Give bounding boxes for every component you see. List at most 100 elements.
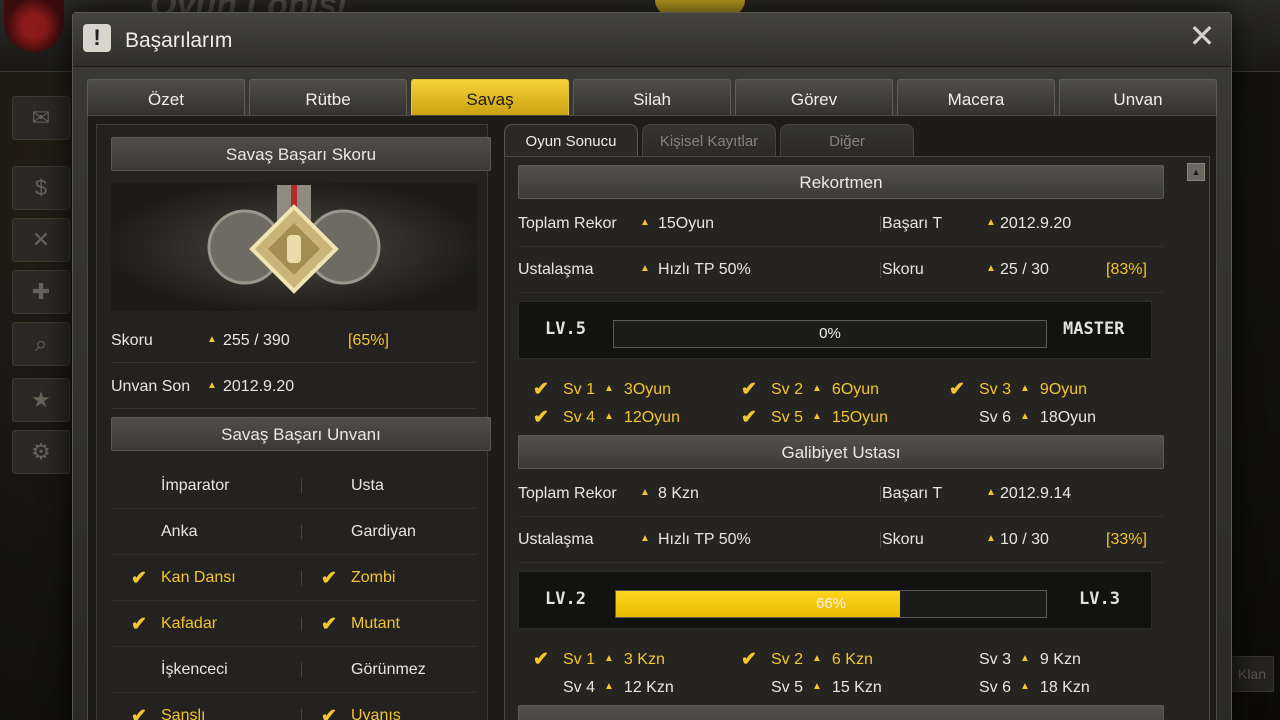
section-header: Galibiyet Ustası [518,435,1164,469]
achievement-step: ✔ Sv 5 ▲ 15Oyun [741,407,888,428]
title-row: İmparator Usta [111,463,477,509]
step-value: 12 Kzn [623,679,674,696]
arrow-up-icon: ▲ [640,487,650,498]
step-level: Sv 4 [563,409,596,426]
titles-header: Savaş Başarı Unvanı [111,417,491,451]
clan-add-icon[interactable]: ✚ [12,270,70,314]
score-row: Skoru ▲ 255 / 390 [65%] [111,319,477,363]
tab-content: Savaş Başarı Skoru Skoru ▲ 255 / 390 [65… [87,115,1217,720]
arrow-up-icon: ▲ [986,217,996,228]
arrow-up-icon: ▲ [604,681,614,692]
divider [880,532,881,548]
subtab-kisisel-kayitlar[interactable]: Kişisel Kayıtlar [642,124,776,156]
record-row: Toplam Rekor ▲ 15Oyun Başarı T ▲ 2012.9.20 [518,201,1164,247]
tab-silah[interactable]: Silah [573,79,731,115]
check-icon: ✔ [741,407,757,428]
tab-savas[interactable]: Savaş [411,79,569,115]
achievement-list[interactable]: ▲ Rekortmen Toplam Rekor ▲ 15Oyun Başarı T ▲ 2… [504,156,1210,720]
title-right[interactable]: Uyanış [351,707,401,720]
level-current: LV.5 [545,319,586,339]
total-label: Toplam Rekor [518,215,617,232]
achievement-step: Sv 6 ▲ 18 Kzn [979,679,1090,697]
title-right[interactable]: Görünmez [351,661,426,679]
check-icon: ✔ [741,649,757,670]
tab-unvan[interactable]: Unvan [1059,79,1217,115]
mastery-label: Ustalaşma [518,261,594,278]
arrow-up-icon: ▲ [640,263,650,274]
coin-icon[interactable]: $ [12,166,70,210]
step-level: Sv 5 [771,679,804,696]
achievement-step: ✔ Sv 3 ▲ 9Oyun [949,379,1087,400]
divider [301,525,302,539]
divider [301,617,302,631]
level-next: MASTER [1063,319,1125,339]
step-value: 15Oyun [831,409,888,426]
title-right[interactable]: Usta [351,477,384,495]
title-left[interactable]: Şanslı [161,707,205,720]
arrow-up-icon: ▲ [1020,653,1030,664]
step-level: Sv 2 [771,381,804,398]
clan-tab[interactable]: Klan [1230,656,1274,692]
progress-text: 66% [815,595,847,612]
arrow-up-icon: ▲ [1020,411,1030,422]
subtab-oyun-sonucu[interactable]: Oyun Sonucu [504,124,638,156]
divider [301,709,302,720]
step-level: Sv 3 [979,651,1012,668]
check-icon: ✔ [533,649,549,670]
tab-ozet[interactable]: Özet [87,79,245,115]
divider [301,663,302,677]
title-last-row: Unvan Son ▲ 2012.9.20 [111,365,477,409]
progress-text: 0% [819,325,841,342]
arrow-up-icon: ▲ [986,533,996,544]
title-row: Kan Dansı ✔ Zombi ✔ [111,555,477,601]
basari-date: 2012.9.20 [1000,215,1072,232]
score-panel: Savaş Başarı Skoru Skoru ▲ 255 / 390 [65… [96,124,491,720]
star-icon[interactable]: ★ [12,378,70,422]
total-value: 15Oyun [658,215,715,232]
tab-macera[interactable]: Macera [897,79,1055,115]
score-header: Savaş Başarı Skoru [111,137,491,171]
arrow-up-icon: ▲ [207,380,217,391]
step-value: 18Oyun [1039,409,1096,426]
level-next: LV.3 [1079,589,1120,609]
skor-label: Skoru [882,531,924,548]
scroll-up-button[interactable]: ▲ [1187,163,1205,181]
divider [301,479,302,493]
tab-rutbe[interactable]: Rütbe [249,79,407,115]
mastery-value: Hızlı TP 50% [658,261,751,278]
arrow-up-icon: ▲ [1020,681,1030,692]
mastery-row: Ustalaşma ▲ Hızlı TP 50% Skoru ▲ 25 / 30 [83%] [518,247,1164,293]
tab-gorev[interactable]: Görev [735,79,893,115]
clan-search-icon[interactable]: ⌕ [12,322,70,366]
title-right[interactable]: Mutant [351,615,400,633]
section-header: Rekortmen [518,165,1164,199]
check-icon: ✔ [131,614,147,635]
title-left[interactable]: Anka [161,523,197,541]
progress-track: 66% [615,590,1047,618]
title-last-date: 2012.9.20 [223,378,295,395]
check-icon: ✔ [321,614,337,635]
arrow-up-icon: ▲ [604,653,614,664]
title-right[interactable]: Gardiyan [351,523,416,541]
title-left[interactable]: Kan Dansı [161,569,236,587]
skor-percent: [83%] [1106,261,1147,278]
level-current: LV.2 [545,589,586,609]
score-value: 255 / 390 [223,332,290,349]
arrow-up-icon: ▲ [812,411,822,422]
subtab-diger[interactable]: Diğer [780,124,914,156]
close-button[interactable]: ✕ [1185,19,1219,53]
settings-icon[interactable]: ⚙ [12,430,70,474]
title-left[interactable]: Kafadar [161,615,217,633]
tools-icon[interactable]: ✕ [12,218,70,262]
title-left[interactable]: İşkenceci [161,661,228,679]
mail-icon[interactable]: ✉ [12,96,70,140]
step-level: Sv 5 [771,409,804,426]
skor-value: 25 / 30 [1000,261,1049,278]
step-value: 6 Kzn [831,651,873,668]
title-left[interactable]: İmparator [161,477,229,495]
check-icon: ✔ [949,379,965,400]
title-last-label: Unvan Son [111,378,191,395]
title-right[interactable]: Zombi [351,569,395,587]
step-level: Sv 4 [563,679,596,696]
divider [301,571,302,585]
